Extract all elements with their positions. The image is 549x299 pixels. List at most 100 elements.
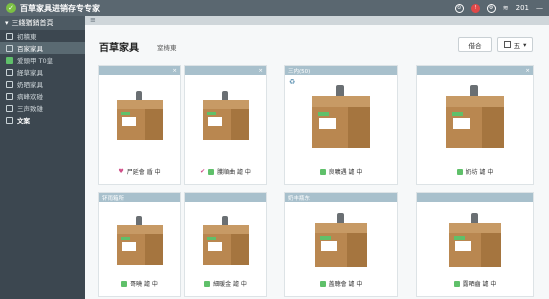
- page-subtitle: 窒梼東: [157, 44, 177, 52]
- product-image: [202, 216, 249, 265]
- grid-icon: [503, 41, 511, 48]
- sidebar-item-7[interactable]: 文案: [0, 114, 85, 126]
- product-image: [446, 84, 504, 148]
- chevron-down-icon: ▾: [5, 19, 9, 27]
- sidebar-item-label: 三声致雄: [17, 105, 43, 113]
- clock-icon[interactable]: ⏲: [454, 3, 464, 13]
- card-header-label: 钚雨箱所: [102, 195, 125, 202]
- sidebar-item-label: 初積東: [17, 33, 37, 41]
- card-header: 钚雨箱所: [99, 193, 180, 202]
- product-card[interactable]: × ♥ 尸延會 盾 中: [98, 65, 181, 185]
- sidebar-header[interactable]: ▾ 三綫猶銷首頁: [0, 16, 85, 30]
- doc-icon: [6, 80, 13, 88]
- checkbox-icon[interactable]: [319, 280, 326, 287]
- card-footer: 露晒齒 謔 中: [417, 279, 533, 288]
- card-header: [185, 193, 266, 202]
- checkbox-icon[interactable]: [204, 280, 211, 287]
- card-footer: 奶坊 謔 中: [417, 167, 533, 176]
- recycle-icon: ♻: [289, 78, 296, 86]
- settings-icon[interactable]: ⚙: [486, 3, 496, 13]
- card-footer-label: 細暖金 謔 中: [213, 281, 247, 288]
- doc-icon: [6, 104, 13, 112]
- sidebar-header-label: 三綫猶銷首頁: [11, 19, 54, 27]
- product-image: [315, 213, 367, 267]
- doc-icon: [6, 116, 13, 124]
- check-icon: [6, 56, 13, 64]
- sidebar-item-label: 爱頭甲 T0皇: [17, 57, 54, 65]
- checkbox-icon[interactable]: [121, 280, 128, 287]
- product-card[interactable]: 三内(50) ♻ 良曠遇 謔 中: [284, 65, 398, 185]
- sidebar-item-1[interactable]: 百家家具: [0, 42, 85, 54]
- sidebar-item-label: 文案: [17, 117, 30, 125]
- top-strip: ≡: [85, 16, 549, 25]
- card-header: 三内(50): [285, 66, 397, 75]
- product-card[interactable]: 細暖金 謔 中: [184, 192, 267, 297]
- doc-icon: [6, 32, 13, 40]
- title-bar: ✓ 百草家具进销存专专家 ⏲ ! ⚙ ≋ 201 —: [0, 0, 549, 16]
- merge-button[interactable]: 借合: [458, 37, 492, 52]
- sidebar-item-label: 奶晒家具: [17, 81, 43, 89]
- product-image: [449, 213, 501, 267]
- card-footer: 盖聴會 謔 中: [285, 279, 397, 288]
- checkbox-icon[interactable]: [453, 280, 460, 287]
- card-footer-label: 良曠遇 謔 中: [328, 169, 363, 176]
- card-footer-label: 盖聴會 謔 中: [328, 281, 363, 288]
- product-image: [312, 84, 370, 148]
- card-footer-label: 尸延會 盾 中: [126, 169, 161, 176]
- card-footer: ♥ 尸延會 盾 中: [99, 167, 180, 176]
- doc-icon: [6, 44, 13, 52]
- card-footer-label: 露晒齒 謔 中: [462, 281, 497, 288]
- product-card[interactable]: × 奶坊 謔 中: [416, 65, 534, 185]
- sidebar-item-4[interactable]: 奶晒家具: [0, 78, 85, 90]
- card-header: [417, 193, 533, 202]
- sidebar-item-0[interactable]: 初積東: [0, 30, 85, 42]
- wifi-icon: ≋: [502, 4, 509, 12]
- product-image: [116, 216, 163, 265]
- card-footer-label: 奶坊 謔 中: [465, 169, 494, 176]
- card-header: ×: [417, 66, 533, 75]
- title-controls: ⏲ ! ⚙ ≋ 201 —: [454, 3, 543, 13]
- checkbox-icon[interactable]: [319, 168, 326, 175]
- card-footer: 良曠遇 謔 中: [285, 167, 397, 176]
- doc-icon: [6, 92, 13, 100]
- chevron-down-icon: ▾: [523, 40, 527, 49]
- checkbox-icon[interactable]: [456, 168, 463, 175]
- product-card[interactable]: 露晒齒 謔 中: [416, 192, 534, 297]
- checkbox-icon[interactable]: [208, 168, 215, 175]
- product-card[interactable]: 钚雨箱所 哥曉 謔 中: [98, 192, 181, 297]
- close-icon[interactable]: ×: [525, 68, 530, 74]
- sidebar-item-6[interactable]: 三声致雄: [0, 102, 85, 114]
- sidebar-item-label: 病峰欢碰: [17, 93, 43, 101]
- view-toggle-label: 五: [513, 41, 521, 50]
- card-footer: 哥曉 謔 中: [99, 279, 180, 288]
- card-header: ×: [99, 66, 180, 75]
- sidebar-item-5[interactable]: 病峰欢碰: [0, 90, 85, 102]
- close-icon[interactable]: ×: [258, 68, 263, 74]
- card-header: ×: [185, 66, 266, 75]
- doc-icon: [6, 68, 13, 76]
- card-footer: 細暖金 謔 中: [185, 279, 266, 288]
- sidebar-item-3[interactable]: 経草家具: [0, 66, 85, 78]
- card-header-label: 三内(50): [288, 68, 311, 75]
- main-panel: 百草家具 窒梼東 借合 五 ▾ × ♥ 尸延會 盾 中 × ✔ 臒順曲 謔 中 三内…: [85, 25, 549, 299]
- app-title: 百草家具进销存专专家: [20, 3, 100, 13]
- page-title: 百草家具: [99, 43, 139, 54]
- close-icon[interactable]: —: [536, 4, 543, 12]
- card-footer-label: 哥曉 謔 中: [130, 281, 158, 288]
- notification-icon[interactable]: !: [470, 3, 480, 13]
- sidebar-item-2[interactable]: 爱頭甲 T0皇: [0, 54, 85, 66]
- card-footer-label: 臒順曲 謔 中: [217, 169, 251, 176]
- product-card[interactable]: 奶丰瓶东 盖聴會 謔 中: [284, 192, 398, 297]
- card-header-label: 奶丰瓶东: [288, 195, 311, 202]
- close-icon[interactable]: ×: [172, 68, 177, 74]
- product-image: [116, 91, 163, 140]
- sidebar-item-label: 百家家具: [17, 45, 43, 53]
- card-footer: ✔ 臒順曲 謔 中: [185, 167, 266, 176]
- product-image: [202, 91, 249, 140]
- menu-icon[interactable]: ≡: [90, 17, 96, 24]
- product-card[interactable]: × ✔ 臒順曲 謔 中: [184, 65, 267, 185]
- view-toggle-button[interactable]: 五 ▾: [497, 37, 533, 52]
- sidebar-item-label: 経草家具: [17, 69, 43, 77]
- sidebar: ▾ 三綫猶銷首頁 初積東 百家家具 爱頭甲 T0皇 経草家具 奶晒家具 病峰欢碰…: [0, 16, 85, 299]
- status-count: 201: [515, 4, 529, 12]
